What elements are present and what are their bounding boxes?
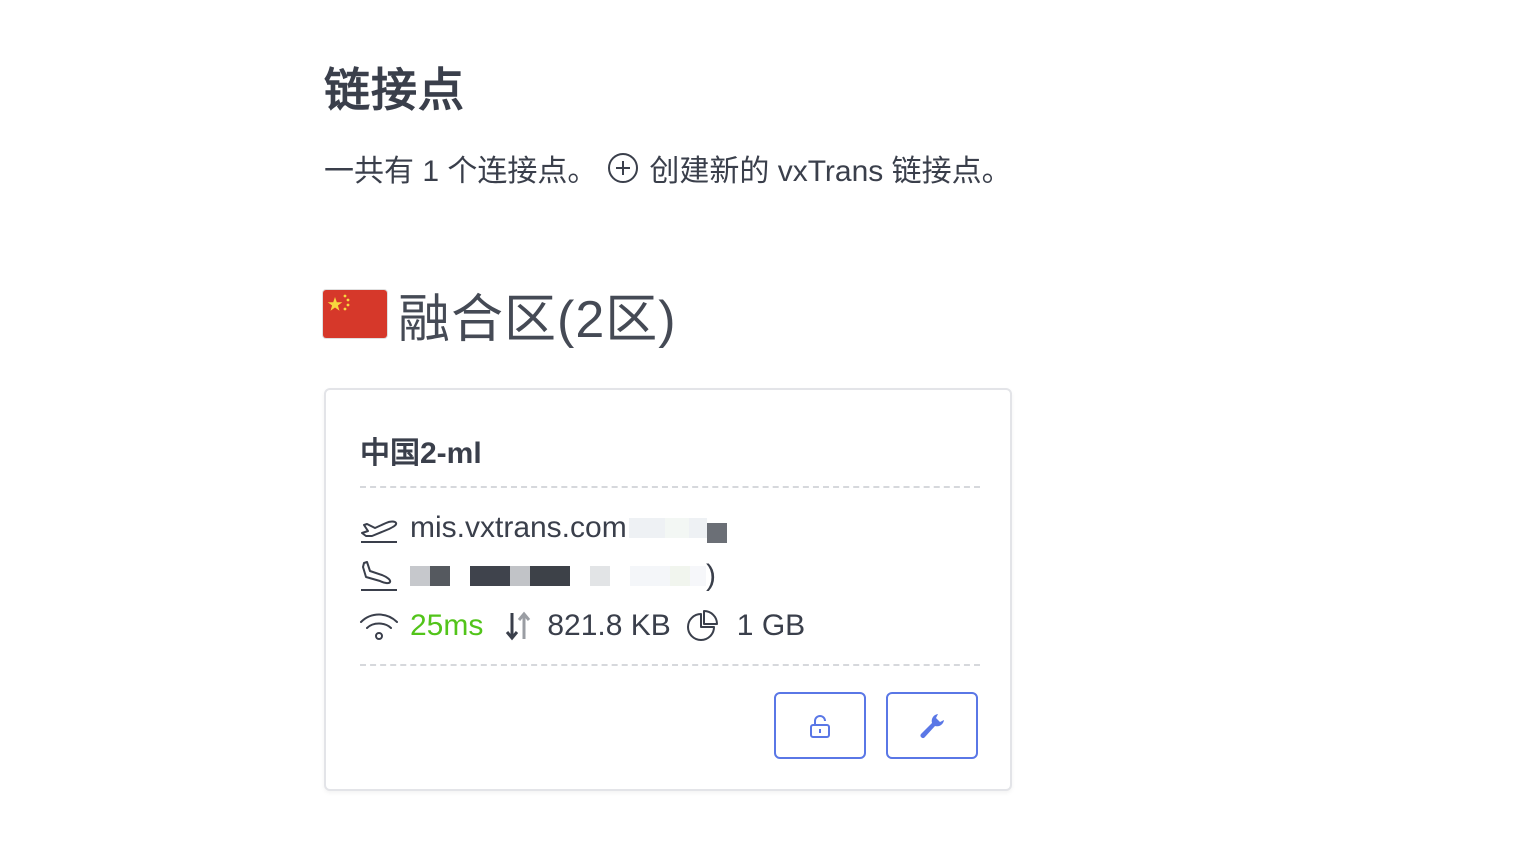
create-node-label[interactable]: 创建新的 vxTrans 链接点。 [649,146,1011,190]
unlock-button[interactable] [774,692,866,759]
wrench-icon [920,713,944,738]
unlock-icon [810,714,830,738]
node-name: 中国2-ml [360,437,482,470]
redacted-arrival-address [410,566,706,586]
pie-chart-icon [686,610,718,641]
settings-button[interactable] [886,692,978,759]
zone-header: 融合区(2区) [322,282,677,349]
node-count-text: 一共有 1 个连接点。 [324,155,598,188]
zone-title: 融合区(2区) [398,290,677,349]
create-node-link[interactable]: 创建新的 vxTrans 链接点。 [607,146,1012,190]
plus-circle-icon [608,153,639,183]
page: 链接点 一共有 1 个连接点。 创建新的 vxTrans 链接点。 融合区(2区… [0,0,1540,860]
traffic-arrows-icon [506,611,531,641]
departure-host: mis.vxtrans.com [410,511,627,544]
plane-departure-icon [361,520,398,543]
page-title: 链接点 [324,64,465,116]
departure-row: mis.vxtrans.com [358,506,727,550]
quota-value: 1 GB [736,609,806,642]
stats-row: 25ms 821.8 KB 1 GB [358,604,805,648]
card-divider-top [360,486,980,488]
redacted-host-suffix [628,513,727,543]
china-flag-icon [322,289,388,339]
latency-value: 25ms [410,609,484,642]
wifi-icon [360,613,398,640]
plane-arrival-icon [361,561,397,591]
card-divider-bottom [360,664,980,666]
arrival-suffix: ) [706,559,716,592]
summary-line: 一共有 1 个连接点。 创建新的 vxTrans 链接点。 [324,148,1012,188]
arrival-row: ) [358,554,716,598]
traffic-value: 821.8 KB [547,609,671,642]
node-card: 中国2-ml mis.vxtrans.com) 25ms 821.8 KB 1… [324,388,1012,791]
